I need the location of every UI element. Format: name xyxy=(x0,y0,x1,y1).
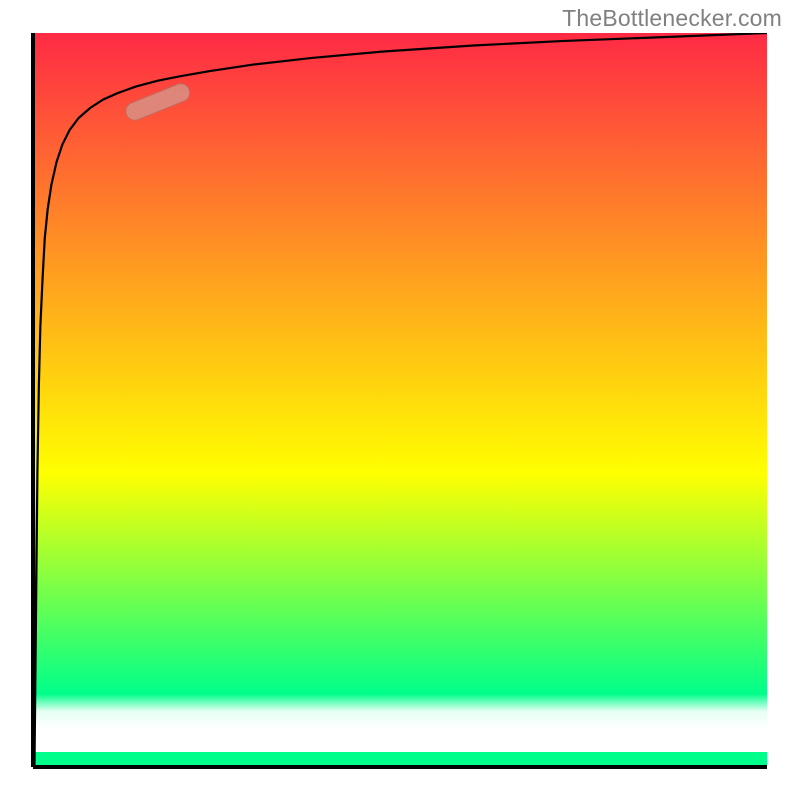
axes xyxy=(0,0,800,800)
chart-container: TheBottlenecker.com xyxy=(0,0,800,800)
watermark-text: TheBottlenecker.com xyxy=(562,5,782,32)
